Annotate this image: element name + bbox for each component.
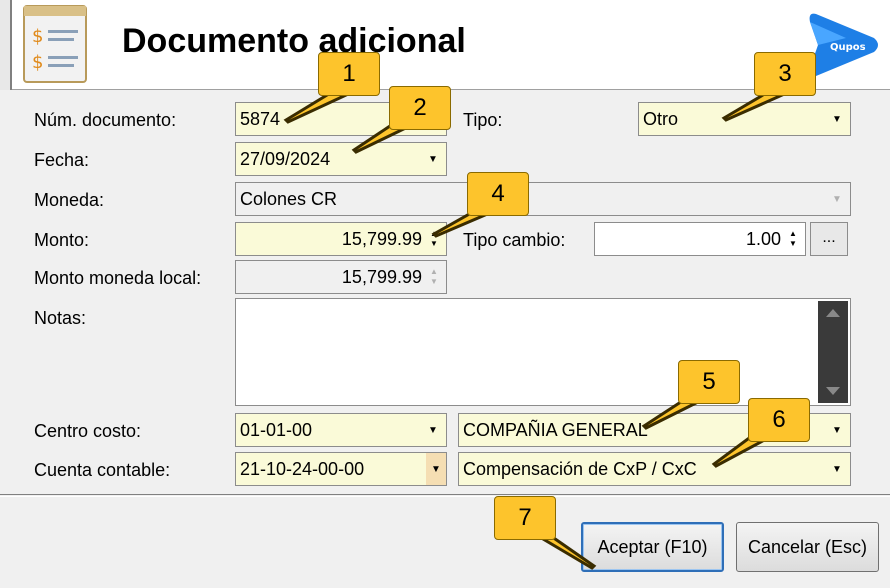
- chevron-down-icon: ▼: [428, 424, 438, 436]
- accept-button[interactable]: Aceptar (F10): [581, 522, 724, 572]
- notas-label: Notas:: [34, 308, 87, 328]
- callout-2: 2: [389, 86, 451, 130]
- footer-divider: [0, 494, 890, 497]
- monto-input[interactable]: 15,799.99 ▲ ▼: [235, 222, 447, 256]
- tipo-cambio-input[interactable]: 1.00 ▲ ▼: [594, 222, 806, 256]
- tipo-cambio-label: Tipo cambio:: [463, 230, 566, 250]
- svg-text:$: $: [32, 26, 43, 47]
- moneda-label: Moneda:: [34, 190, 105, 210]
- scroll-down-icon[interactable]: [826, 387, 840, 395]
- fecha-value: 27/09/2024: [240, 148, 331, 169]
- tipo-cambio-value: 1.00: [745, 228, 781, 249]
- window-edge: [0, 0, 12, 90]
- callout-3: 3: [754, 52, 816, 96]
- spinner-icon[interactable]: ▲ ▼: [785, 229, 801, 249]
- qupos-logo: Qupos: [809, 13, 878, 77]
- chevron-down-icon: ▼: [832, 424, 842, 436]
- notas-scrollbar[interactable]: [818, 301, 848, 403]
- svg-text:$: $: [32, 52, 43, 73]
- chevron-down-icon: ▼: [428, 153, 438, 165]
- cuenta-contable-code: 21-10-24-00-00: [240, 458, 365, 479]
- logo-text: Qupos: [830, 42, 866, 53]
- cancel-button[interactable]: Cancelar (Esc): [736, 522, 879, 572]
- spinner-icon[interactable]: ▲ ▼: [426, 229, 442, 249]
- dialog-title: Documento adicional: [122, 22, 466, 60]
- callout-6: 6: [748, 398, 810, 442]
- chevron-down-icon: ▼: [832, 193, 842, 205]
- monto-local-label: Monto moneda local:: [34, 268, 202, 288]
- centro-costo-code-select[interactable]: 01-01-00 ▼: [235, 413, 447, 447]
- cuenta-contable-name-select[interactable]: Compensación de CxP / CxC ▼: [458, 452, 851, 486]
- callout-1: 1: [318, 52, 380, 96]
- scroll-up-icon[interactable]: [826, 309, 840, 317]
- chevron-down-icon: ▼: [832, 463, 842, 475]
- spinner-icon: ▲ ▼: [430, 267, 438, 286]
- callout-4: 4: [467, 172, 529, 216]
- notas-textarea[interactable]: [235, 298, 851, 406]
- tipo-cambio-lookup-button[interactable]: ...: [810, 222, 848, 256]
- monto-local-input[interactable]: 15,799.99 ▲ ▼: [235, 260, 447, 294]
- moneda-value: Colones CR: [240, 188, 338, 209]
- tipo-select[interactable]: Otro ▼: [638, 102, 851, 136]
- moneda-select[interactable]: Colones CR ▼: [235, 182, 851, 216]
- fecha-label: Fecha:: [34, 150, 90, 170]
- num-documento-label: Núm. documento:: [34, 110, 177, 130]
- document-money-icon: $ $: [23, 5, 87, 83]
- cuenta-contable-label: Cuenta contable:: [34, 460, 171, 480]
- tipo-label: Tipo:: [463, 110, 503, 130]
- chevron-down-icon: ▼: [832, 113, 842, 125]
- callout-7: 7: [494, 496, 556, 540]
- fecha-picker[interactable]: 27/09/2024 ▼: [235, 142, 447, 176]
- cuenta-contable-name: Compensación de CxP / CxC: [463, 458, 697, 479]
- centro-costo-label: Centro costo:: [34, 421, 142, 441]
- tipo-value: Otro: [643, 108, 679, 129]
- monto-label: Monto:: [34, 230, 90, 250]
- centro-costo-code: 01-01-00: [240, 419, 313, 440]
- monto-value: 15,799.99: [341, 228, 422, 249]
- cuenta-contable-code-select[interactable]: 21-10-24-00-00 ▼: [235, 452, 447, 486]
- chevron-down-icon[interactable]: ▼: [426, 453, 446, 485]
- monto-local-value: 15,799.99: [341, 266, 422, 287]
- callout-5: 5: [678, 360, 740, 404]
